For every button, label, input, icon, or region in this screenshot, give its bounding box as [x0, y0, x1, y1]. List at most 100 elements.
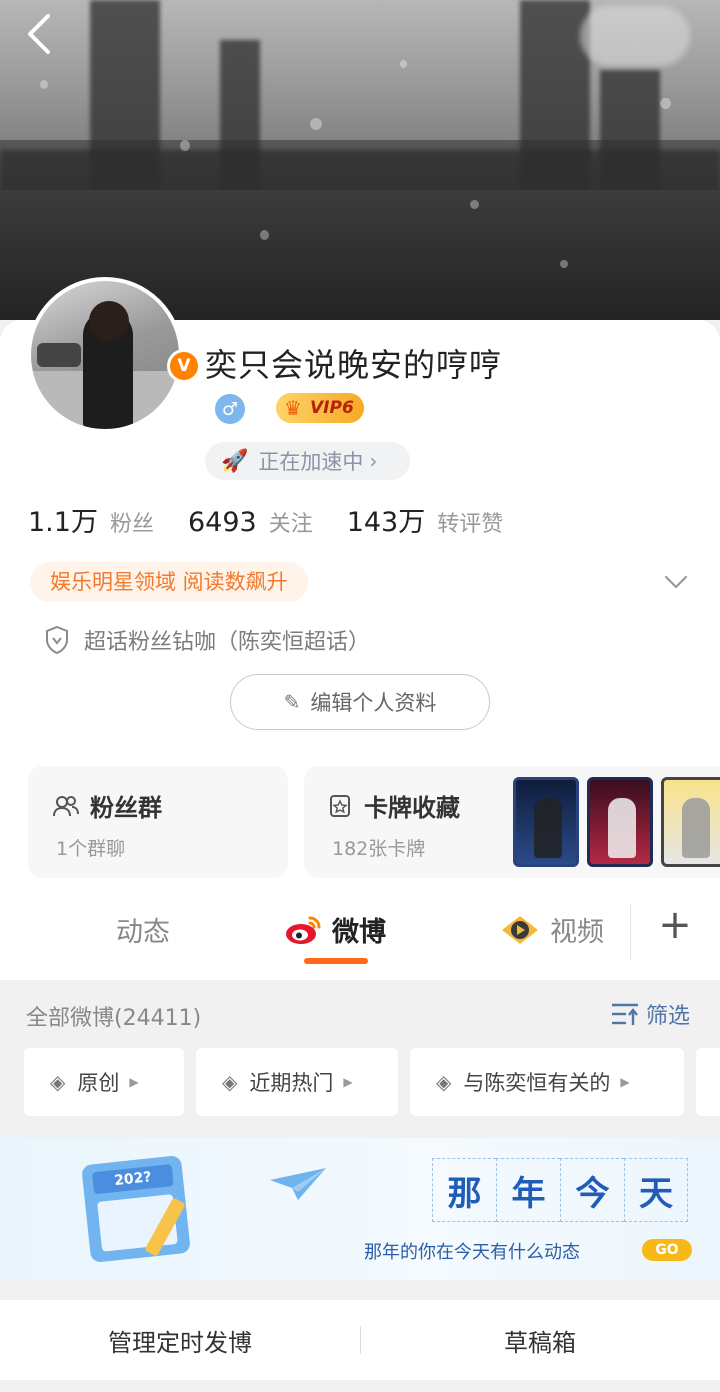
- chip-label: 原创: [77, 1071, 120, 1095]
- avatar-image: [31, 281, 179, 429]
- profile-tabs: 动态 微博 视频 +: [0, 894, 720, 980]
- rain-drop: [40, 80, 48, 89]
- tab-label: 动态: [116, 917, 170, 948]
- bottom-bar: 管理定时发博 草稿箱: [0, 1300, 720, 1380]
- banner-title-char: 今: [560, 1158, 624, 1222]
- stats-row: 1.1万 粉丝 6493 关注 143万 转评赞: [28, 500, 537, 539]
- feed-header: 全部微博(24411) 筛选 ◈ 原创 ▶ ◈ 近期热门 ▶ ◈ 与陈奕恒有关的…: [0, 980, 720, 1130]
- crown-icon: ♛: [284, 396, 302, 420]
- chevron-down-icon: [664, 575, 688, 589]
- fan-group-box[interactable]: 粉丝群 1个群聊: [28, 766, 288, 878]
- stat-label: 粉丝: [109, 512, 154, 537]
- more-button[interactable]: [580, 6, 690, 66]
- speed-label: 正在加速中: [258, 450, 364, 474]
- stat-label: 关注: [268, 512, 313, 537]
- hot-tag[interactable]: 娱乐明星领域 阅读数飙升: [30, 562, 308, 602]
- card-thumbnail[interactable]: [661, 777, 720, 867]
- go-button[interactable]: GO: [642, 1239, 692, 1261]
- speed-pill[interactable]: 🚀 正在加速中 ›: [205, 442, 410, 480]
- people-icon: [53, 795, 79, 816]
- filter-label: 筛选: [646, 1004, 691, 1029]
- tab-active-indicator: [304, 958, 368, 964]
- tab-dynamics[interactable]: 动态: [116, 910, 170, 949]
- feed-chips: ◈ 原创 ▶ ◈ 近期热门 ▶ ◈ 与陈奕恒有关的 ▶: [24, 1048, 720, 1116]
- card-collection-sub: 182张卡牌: [332, 838, 426, 860]
- chip-related[interactable]: ◈ 与陈奕恒有关的 ▶: [410, 1048, 684, 1116]
- manage-scheduled-button[interactable]: 管理定时发博: [0, 1300, 360, 1380]
- filter-button[interactable]: 筛选: [610, 998, 690, 1030]
- main-content: V 奕只会说晚安的哼哼 ♂ ♛ VIP6 🚀 正在加速中 › 1.1万 粉丝 6…: [0, 277, 720, 1392]
- edit-profile-label: 编辑个人资料: [310, 691, 437, 715]
- supertopic-label: 超话粉丝钻咖（陈奕恒超话）: [84, 630, 371, 655]
- card-thumbnail[interactable]: [513, 777, 579, 867]
- card-collection-title: 卡牌收藏: [364, 794, 460, 822]
- tab-video[interactable]: 视频: [500, 910, 604, 949]
- back-button[interactable]: [22, 12, 62, 56]
- fan-group-sub: 1个群聊: [56, 838, 126, 860]
- layers-icon: ◈: [222, 1070, 238, 1094]
- stat-label: 转评赞: [437, 512, 504, 537]
- shield-icon: [46, 625, 68, 655]
- plus-icon[interactable]: +: [658, 905, 692, 945]
- layers-icon: ◈: [50, 1070, 66, 1094]
- vip-label: VIP6: [310, 398, 354, 418]
- memory-banner[interactable]: 202? 那 年 今 天 那年的你在今天有什么动态 GO: [0, 1138, 720, 1280]
- card-collection-box[interactable]: 卡牌收藏 182张卡牌: [304, 766, 720, 878]
- all-weibo-count: 全部微博(24411): [26, 1006, 202, 1031]
- stat-interactions[interactable]: 143万 转评赞: [347, 500, 504, 539]
- edit-profile-button[interactable]: ✎ 编辑个人资料: [230, 674, 490, 730]
- rain-drop: [470, 200, 479, 209]
- rain-drop: [180, 140, 190, 151]
- tab-label: 视频: [550, 917, 604, 948]
- tab-divider: [630, 904, 631, 960]
- banner-title: 那 年 今 天: [432, 1158, 688, 1222]
- filter-icon: [612, 1003, 638, 1025]
- layers-icon: ◈: [436, 1070, 452, 1094]
- video-icon: [502, 915, 538, 944]
- supertopic-row[interactable]: 超话粉丝钻咖（陈奕恒超话）: [44, 624, 370, 656]
- banner-title-char: 年: [496, 1158, 560, 1222]
- chip-more[interactable]: [696, 1048, 720, 1116]
- avatar[interactable]: V: [27, 277, 201, 433]
- banner-title-char: 天: [624, 1158, 688, 1222]
- banner-subtitle: 那年的你在今天有什么动态: [364, 1242, 580, 1263]
- fan-group-title-row: 粉丝群: [52, 788, 162, 823]
- back-arrow-icon: [28, 14, 50, 54]
- tab-label: 微博: [332, 917, 386, 948]
- chevron-right-icon: ›: [369, 449, 378, 473]
- rain-drop: [560, 260, 568, 268]
- rocket-icon: 🚀: [221, 448, 249, 474]
- verified-badge: V: [167, 349, 201, 383]
- triangle-right-icon: ▶: [129, 1075, 139, 1089]
- rain-drop: [400, 60, 407, 68]
- stat-value: 143万: [346, 507, 426, 538]
- stat-value: 1.1万: [28, 507, 98, 538]
- paper-plane-icon: [270, 1168, 326, 1200]
- chip-label: 近期热门: [249, 1071, 334, 1095]
- calendar-year: 202?: [91, 1164, 174, 1195]
- rain-drop: [310, 118, 322, 130]
- rain-drop: [260, 230, 269, 240]
- weibo-logo-icon: [286, 916, 321, 944]
- calendar-icon: 202?: [81, 1155, 191, 1263]
- pencil-icon: ✎: [283, 690, 301, 714]
- card-thumbnail[interactable]: [587, 777, 653, 867]
- rain-drop: [660, 98, 671, 109]
- card-collection-title-row: 卡牌收藏: [328, 788, 460, 823]
- vip-badge[interactable]: ♛ VIP6: [276, 393, 364, 423]
- chip-recent-hot[interactable]: ◈ 近期热门 ▶: [196, 1048, 398, 1116]
- profile-card: V 奕只会说晚安的哼哼 ♂ ♛ VIP6 🚀 正在加速中 › 1.1万 粉丝 6…: [0, 277, 720, 980]
- triangle-right-icon: ▶: [343, 1075, 353, 1089]
- stat-followers[interactable]: 1.1万 粉丝: [28, 500, 154, 539]
- expand-button[interactable]: [662, 568, 690, 596]
- triangle-right-icon: ▶: [620, 1075, 630, 1089]
- chip-label: 与陈奕恒有关的: [463, 1071, 611, 1095]
- stat-following[interactable]: 6493 关注: [188, 506, 313, 538]
- stat-value: 6493: [187, 507, 257, 538]
- chip-original[interactable]: ◈ 原创 ▶: [24, 1048, 184, 1116]
- fan-group-title: 粉丝群: [90, 794, 162, 822]
- banner-title-char: 那: [432, 1158, 496, 1222]
- drafts-button[interactable]: 草稿箱: [360, 1300, 720, 1380]
- tab-weibo[interactable]: 微博: [284, 910, 386, 949]
- card-icon: [330, 794, 350, 817]
